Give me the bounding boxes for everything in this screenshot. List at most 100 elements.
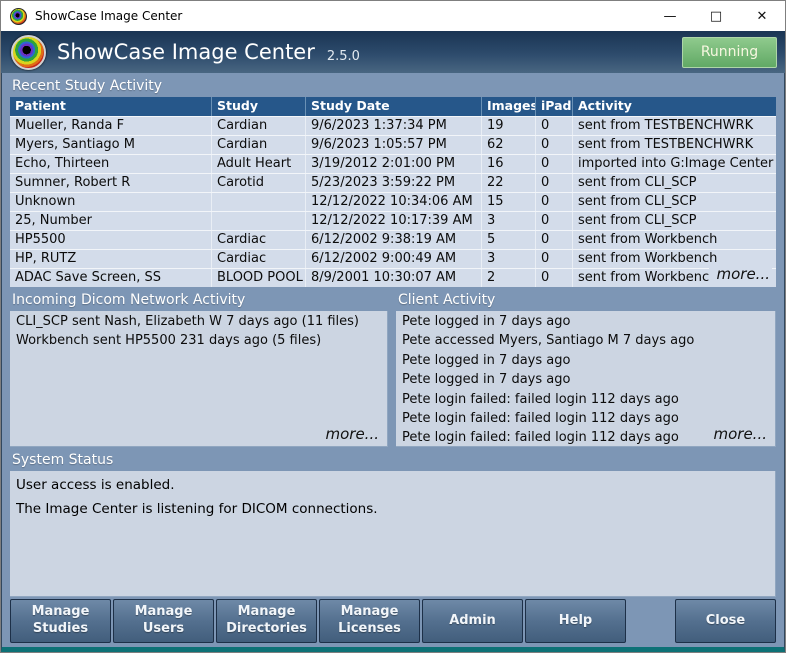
app-logo-icon [10,8,27,25]
column-header-patient[interactable]: Patient [10,97,212,116]
table-row[interactable]: HP5500Cardiac6/12/2002 9:38:19 AM50sent … [10,230,776,249]
manage-studies-button[interactable]: Manage Studies [10,599,111,643]
table-row[interactable]: 25, Number 12/12/2022 10:17:39 AM30sent f… [10,211,776,230]
close-button[interactable]: Close [675,599,776,643]
table-row[interactable]: Sumner, Robert RCarotid5/23/2023 3:59:22… [10,173,776,192]
maximize-icon[interactable]: □ [693,1,739,31]
table-cell: Cardiac [212,231,306,249]
table-cell: 15 [482,193,536,211]
incoming-dicom-more-link[interactable]: more... [326,425,380,443]
table-cell: Adult Heart [212,155,306,173]
table-cell [212,212,306,230]
manage-users-button[interactable]: Manage Users [113,599,214,643]
table-cell: 0 [536,193,573,211]
table-cell: Sumner, Robert R [10,174,212,192]
table-cell: 6/12/2002 9:38:19 AM [306,231,482,249]
system-status-panel: User access is enabled.The Image Center … [10,471,776,597]
table-cell: 0 [536,269,573,287]
table-cell: 0 [536,174,573,192]
table-row[interactable]: HP, RUTZCardiac6/12/2002 9:00:49 AM30sen… [10,249,776,268]
table-cell: 5/23/2023 3:59:22 PM [306,174,482,192]
activity-line: Pete logged in 7 days ago [402,370,769,389]
table-row[interactable]: Mueller, Randa FCardian9/6/2023 1:37:34 … [10,116,776,135]
button-bar-spacer [628,599,673,643]
activity-line: Workbench sent HP5500 231 days ago (5 fi… [16,331,381,350]
table-cell: Carotid [212,174,306,192]
table-cell: 0 [536,117,573,135]
running-status-button[interactable]: Running [682,37,777,68]
table-row[interactable]: ADAC Save Screen, SSBLOOD POOL8/9/2001 1… [10,268,776,287]
table-cell: sent from CLI_SCP [573,193,776,211]
manage-directories-button[interactable]: Manage Directories [216,599,317,643]
system-status-title: System Status [2,447,784,471]
table-cell: 8/9/2001 10:30:07 AM [306,269,482,287]
window-controls: — □ ✕ [647,1,785,31]
client-activity-more-link[interactable]: more... [714,425,768,443]
main-content: Recent Study Activity PatientStudyStudy … [1,73,785,652]
app-title: ShowCase Image Center [57,40,315,64]
table-row[interactable]: Echo, ThirteenAdult Heart3/19/2012 2:01:… [10,154,776,173]
table-cell: sent from TESTBENCHWRK [573,117,776,135]
column-header-ipad[interactable]: iPad [536,97,573,116]
table-cell: Cardiac [212,250,306,268]
table-cell: sent from TESTBENCHWRK [573,136,776,154]
table-cell: Myers, Santiago M [10,136,212,154]
app-version: 2.5.0 [327,49,360,64]
column-header-study-date[interactable]: Study Date [306,97,482,116]
table-cell: 0 [536,136,573,154]
titlebar: ShowCase Image Center — □ ✕ [1,1,785,31]
manage-licenses-button[interactable]: Manage Licenses [319,599,420,643]
recent-study-activity-title: Recent Study Activity [2,73,784,97]
table-cell: 9/6/2023 1:37:34 PM [306,117,482,135]
table-cell: HP5500 [10,231,212,249]
table-cell: 3/19/2012 2:01:00 PM [306,155,482,173]
window-title: ShowCase Image Center [35,9,182,23]
table-cell: Cardian [212,136,306,154]
activity-line: Pete logged in 7 days ago [402,312,769,331]
table-cell: 22 [482,174,536,192]
middle-panels: Incoming Dicom Network Activity CLI_SCP … [10,287,776,447]
app-header: ShowCase Image Center 2.5.0 Running [1,31,785,73]
activity-line: Pete logged in 7 days ago [402,351,769,370]
activity-line: CLI_SCP sent Nash, Elizabeth W 7 days ag… [16,312,381,331]
table-cell: 25, Number [10,212,212,230]
column-header-images[interactable]: Images [482,97,536,116]
table-cell: 62 [482,136,536,154]
column-header-activity[interactable]: Activity [573,97,776,116]
table-cell: 3 [482,250,536,268]
client-activity-title: Client Activity [396,287,776,311]
table-cell: 5 [482,231,536,249]
table-cell [212,193,306,211]
table-cell: 3 [482,212,536,230]
table-row[interactable]: Unknown 12/12/2022 10:34:06 AM150sent fro… [10,192,776,211]
table-cell: 16 [482,155,536,173]
study-more-link[interactable]: more... [709,265,773,283]
activity-line: User access is enabled. [16,473,769,497]
table-cell: 0 [536,231,573,249]
table-cell: sent from CLI_SCP [573,212,776,230]
close-icon[interactable]: ✕ [739,1,785,31]
table-cell: 12/12/2022 10:34:06 AM [306,193,482,211]
table-cell: 0 [536,212,573,230]
table-cell: 19 [482,117,536,135]
button-bar: Manage StudiesManage UsersManage Directo… [10,599,776,643]
incoming-dicom-title: Incoming Dicom Network Activity [10,287,388,311]
help-button[interactable]: Help [525,599,626,643]
table-cell: Mueller, Randa F [10,117,212,135]
table-cell: HP, RUTZ [10,250,212,268]
table-cell: 0 [536,155,573,173]
table-cell: 6/12/2002 9:00:49 AM [306,250,482,268]
showcase-logo-icon [11,35,46,70]
study-table: PatientStudyStudy DateImagesiPadActivity… [10,97,776,287]
table-cell: 0 [536,250,573,268]
activity-line: Pete accessed Myers, Santiago M 7 days a… [402,331,769,350]
table-cell: 12/12/2022 10:17:39 AM [306,212,482,230]
table-row[interactable]: Myers, Santiago MCardian9/6/2023 1:05:57… [10,135,776,154]
table-cell: ADAC Save Screen, SS [10,269,212,287]
column-header-study[interactable]: Study [212,97,306,116]
table-cell: Unknown [10,193,212,211]
minimize-icon[interactable]: — [647,1,693,31]
admin-button[interactable]: Admin [422,599,523,643]
table-cell: sent from CLI_SCP [573,174,776,192]
study-table-head: PatientStudyStudy DateImagesiPadActivity [10,97,776,116]
